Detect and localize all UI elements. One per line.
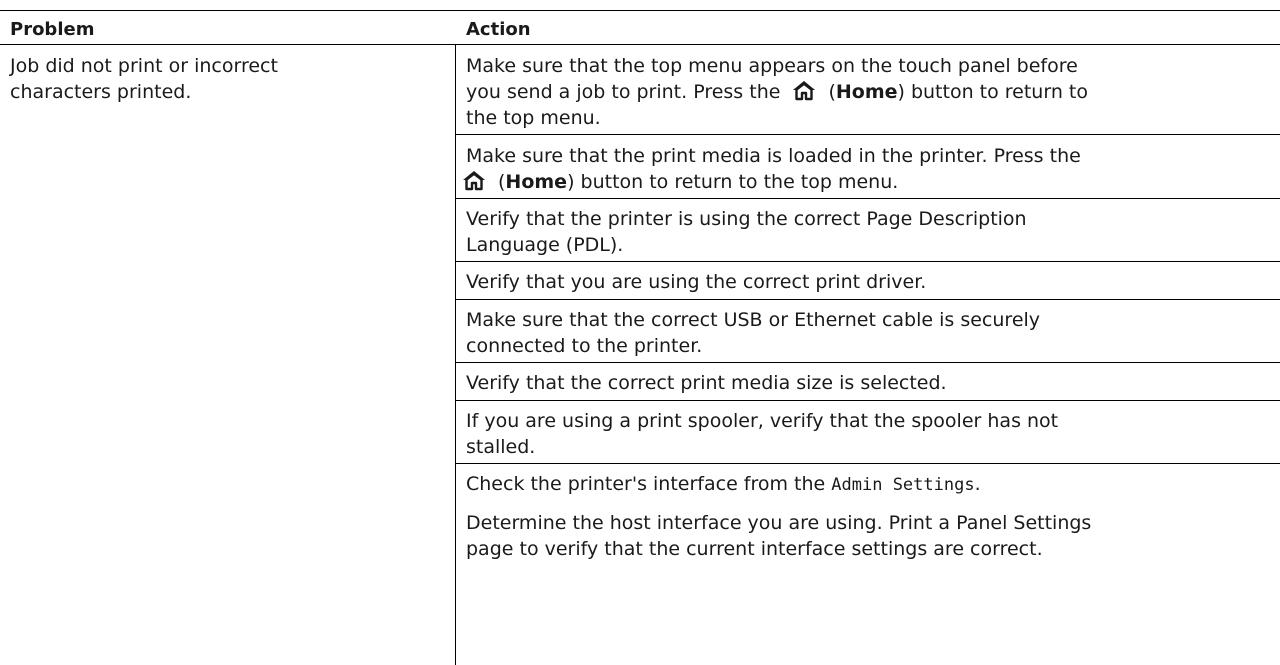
action-line: page to verify that the current interfac… — [466, 538, 1043, 560]
action-line: the top menu. — [466, 107, 601, 129]
row-divider — [456, 261, 1280, 262]
action-line: Verify that the printer is using the cor… — [466, 208, 1027, 230]
home-icon — [792, 79, 816, 101]
action-cell-top-menu: Make sure that the top menu appears on t… — [466, 53, 1271, 131]
action-cell-media-loaded: Make sure that the print media is loaded… — [463, 143, 1271, 195]
problem-cell: Job did not print or incorrect character… — [10, 53, 440, 105]
problem-line: Job did not print or incorrect — [10, 55, 278, 77]
action-cell-media-size: Verify that the correct print media size… — [466, 370, 1271, 396]
action-line: Verify that the correct print media size… — [466, 372, 947, 394]
action-text: . — [974, 473, 981, 495]
action-line: connected to the printer. — [466, 335, 703, 357]
header-problem: Problem — [10, 19, 95, 40]
row-divider — [456, 134, 1280, 135]
action-text: ) button to return to the top menu. — [567, 171, 899, 193]
header-action: Action — [466, 19, 531, 40]
action-line: you send a job to print. Press the (Home)… — [466, 79, 1271, 105]
action-cell-spooler: If you are using a print spooler, verify… — [466, 408, 1271, 460]
action-text: you send a job to print. Press the — [466, 81, 781, 103]
home-icon — [462, 169, 486, 191]
action-text: ) button to return to — [897, 81, 1088, 103]
row-divider — [456, 463, 1280, 464]
problem-line: characters printed. — [10, 81, 192, 103]
action-line: Make sure that the top menu appears on t… — [466, 55, 1078, 77]
action-cell-host-interface: Determine the host interface you are usi… — [466, 510, 1271, 562]
action-line: Check the printer's interface from the A… — [466, 471, 1271, 498]
table-header-row: Problem Action — [0, 10, 1280, 44]
row-divider — [456, 362, 1280, 363]
row-divider — [456, 400, 1280, 401]
home-button-label: Home — [505, 171, 568, 193]
action-line: Make sure that the correct USB or Ethern… — [466, 309, 1041, 331]
admin-settings-menu-name: Admin Settings — [831, 475, 975, 495]
row-divider — [456, 198, 1280, 199]
action-cell-cable: Make sure that the correct USB or Ethern… — [466, 307, 1271, 359]
action-text: Check the printer's interface from the — [466, 473, 826, 495]
header-rule — [0, 44, 1280, 45]
action-line: (Home) button to return to the top menu. — [462, 169, 1271, 195]
action-cell-driver: Verify that you are using the correct pr… — [466, 269, 1271, 295]
action-cell-interface-check: Check the printer's interface from the A… — [466, 471, 1271, 498]
action-line: stalled. — [466, 436, 536, 458]
action-line: Language (PDL). — [466, 234, 624, 256]
open-paren: ( — [828, 81, 836, 103]
column-divider — [455, 45, 456, 665]
action-line: Determine the host interface you are usi… — [466, 512, 1092, 534]
action-line: If you are using a print spooler, verify… — [466, 410, 1059, 432]
action-cell-pdl: Verify that the printer is using the cor… — [466, 206, 1271, 258]
action-line: Make sure that the print media is loaded… — [466, 145, 1081, 167]
row-divider — [456, 299, 1280, 300]
home-button-label: Home — [835, 81, 898, 103]
action-line: Verify that you are using the correct pr… — [466, 271, 927, 293]
